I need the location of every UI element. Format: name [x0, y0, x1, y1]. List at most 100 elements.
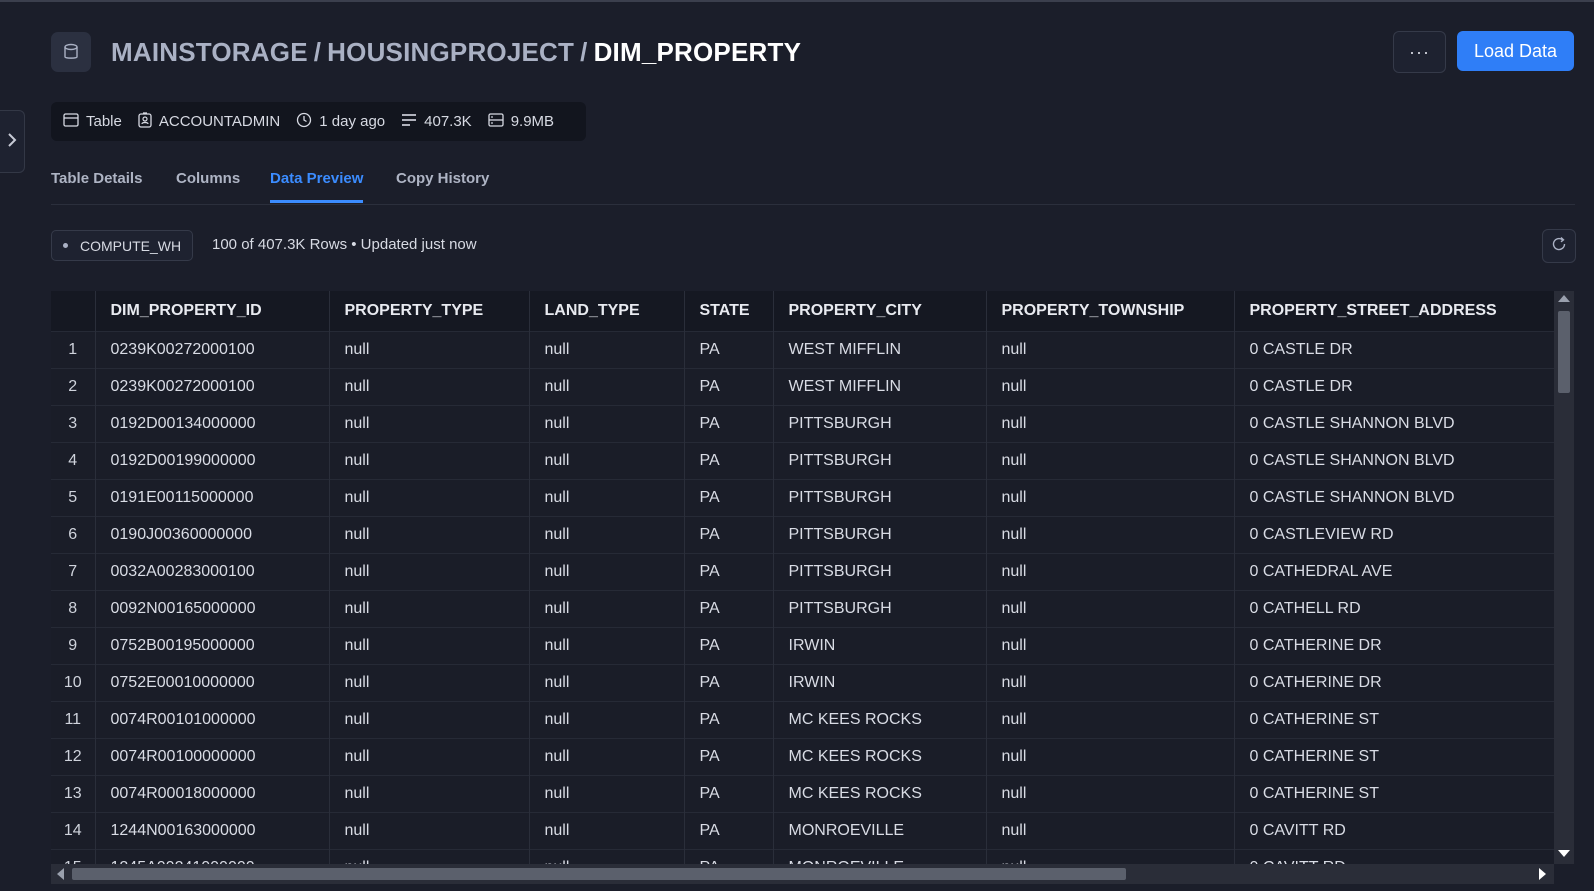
breadcrumb-database[interactable]: MAINSTORAGE: [111, 37, 308, 67]
table-cell[interactable]: PA: [683, 553, 773, 591]
load-data-button[interactable]: Load Data: [1457, 31, 1574, 71]
table-cell[interactable]: PA: [683, 775, 773, 813]
table-cell[interactable]: null: [528, 442, 684, 480]
table-cell[interactable]: PA: [683, 849, 773, 864]
table-cell[interactable]: null: [528, 701, 684, 739]
table-cell[interactable]: null: [328, 627, 529, 665]
table-cell[interactable]: PA: [683, 331, 773, 369]
table-cell[interactable]: MONROEVILLE: [772, 849, 986, 864]
table-row[interactable]: 12 0074R00100000000 null null PA MC KEES ROCK…: [51, 738, 1554, 776]
table-cell[interactable]: null: [985, 775, 1234, 813]
table-cell[interactable]: null: [985, 405, 1234, 443]
table-cell[interactable]: null: [528, 368, 684, 406]
table-cell[interactable]: 0074R00101000000: [94, 701, 329, 739]
table-cell[interactable]: 0 CAVITT RD: [1233, 812, 1554, 850]
table-cell[interactable]: null: [985, 701, 1234, 739]
table-cell[interactable]: null: [328, 849, 529, 864]
table-cell[interactable]: null: [328, 442, 529, 480]
tab-data-preview[interactable]: Data Preview: [270, 170, 364, 203]
breadcrumb-schema[interactable]: HOUSINGPROJECT: [327, 37, 574, 67]
vertical-scrollbar[interactable]: [1554, 291, 1574, 864]
table-cell[interactable]: 0 CATHEDRAL AVE: [1233, 553, 1554, 591]
sidebar-expand-button[interactable]: [0, 110, 25, 173]
table-cell[interactable]: null: [528, 516, 684, 554]
table-row[interactable]: 2 0239K00272000100 null null PA WEST MIFFLIN n…: [51, 368, 1554, 406]
scroll-right-arrow-icon[interactable]: [1539, 868, 1546, 880]
table-cell[interactable]: 1244N00163000000: [94, 812, 329, 850]
table-cell[interactable]: 0191E00115000000: [94, 479, 329, 517]
table-cell[interactable]: 0 CATHERINE DR: [1233, 627, 1554, 665]
table-cell[interactable]: 0092N00165000000: [94, 590, 329, 628]
table-cell[interactable]: PA: [683, 664, 773, 702]
table-row[interactable]: 9 0752B00195000000 null null PA IRWIN null 0 CA…: [51, 627, 1554, 665]
table-row[interactable]: 5 0191E00115000000 null null PA PITTSBURGH nul…: [51, 479, 1554, 517]
table-cell[interactable]: null: [985, 590, 1234, 628]
table-cell[interactable]: PA: [683, 627, 773, 665]
table-cell[interactable]: PITTSBURGH: [772, 590, 986, 628]
table-cell[interactable]: 1245A00241000000: [94, 849, 329, 864]
table-cell[interactable]: 0 CASTLE SHANNON BLVD: [1233, 405, 1554, 443]
table-cell[interactable]: 0192D00134000000: [94, 405, 329, 443]
table-cell[interactable]: 0192D00199000000: [94, 442, 329, 480]
table-cell[interactable]: null: [985, 553, 1234, 591]
table-cell[interactable]: PA: [683, 368, 773, 406]
table-cell[interactable]: null: [528, 738, 684, 776]
table-cell[interactable]: null: [328, 775, 529, 813]
column-header[interactable]: PROPERTY_TOWNSHIP: [985, 291, 1234, 332]
scroll-left-arrow-icon[interactable]: [57, 868, 64, 880]
table-cell[interactable]: 0190J00360000000: [94, 516, 329, 554]
table-cell[interactable]: PITTSBURGH: [772, 516, 986, 554]
table-cell[interactable]: PITTSBURGH: [772, 405, 986, 443]
table-row[interactable]: 6 0190J00360000000 null null PA PITTSBURGH nul…: [51, 516, 1554, 554]
table-cell[interactable]: 0 CATHERINE ST: [1233, 701, 1554, 739]
table-row[interactable]: 3 0192D00134000000 null null PA PITTSBURGH nul…: [51, 405, 1554, 443]
tab-columns[interactable]: Columns: [176, 170, 240, 200]
table-row[interactable]: 7 0032A00283000100 null null PA PITTSBURGH nul…: [51, 553, 1554, 591]
table-row[interactable]: 4 0192D00199000000 null null PA PITTSBURGH nul…: [51, 442, 1554, 480]
warehouse-selector[interactable]: COMPUTE_WH: [51, 230, 194, 261]
table-row[interactable]: 14 1244N00163000000 null null PA MONROEVILLE n…: [51, 812, 1554, 850]
table-cell[interactable]: null: [985, 479, 1234, 517]
table-cell[interactable]: null: [985, 368, 1234, 406]
table-cell[interactable]: null: [528, 664, 684, 702]
table-row[interactable]: 11 0074R00101000000 null null PA MC KEES ROCK…: [51, 701, 1554, 739]
table-cell[interactable]: MC KEES ROCKS: [772, 701, 986, 739]
table-cell[interactable]: null: [528, 775, 684, 813]
table-row[interactable]: 8 0092N00165000000 null null PA PITTSBURGH nul…: [51, 590, 1554, 628]
table-cell[interactable]: null: [328, 553, 529, 591]
table-cell[interactable]: 0074R00100000000: [94, 738, 329, 776]
tab-copy-history[interactable]: Copy History: [396, 170, 489, 200]
table-cell[interactable]: null: [985, 812, 1234, 850]
table-row[interactable]: 151245A00241000000nullnullPAMONROEVILLEn…: [51, 849, 1554, 864]
table-cell[interactable]: null: [328, 590, 529, 628]
table-cell[interactable]: null: [328, 331, 529, 369]
table-cell[interactable]: null: [985, 442, 1234, 480]
column-header[interactable]: STATE: [683, 291, 773, 332]
table-row[interactable]: 13 0074R00018000000 null null PA MC KEES ROCK…: [51, 775, 1554, 813]
table-cell[interactable]: null: [528, 627, 684, 665]
table-cell[interactable]: 0 CATHERINE DR: [1233, 664, 1554, 702]
table-cell[interactable]: 0074R00018000000: [94, 775, 329, 813]
table-cell[interactable]: WEST MIFFLIN: [772, 331, 986, 369]
table-cell[interactable]: PA: [683, 442, 773, 480]
more-options-button[interactable]: ···: [1393, 31, 1446, 73]
table-cell[interactable]: PA: [683, 738, 773, 776]
column-header[interactable]: PROPERTY_STREET_ADDRESS: [1233, 291, 1554, 332]
scroll-up-arrow-icon[interactable]: [1558, 295, 1570, 302]
table-cell[interactable]: null: [328, 738, 529, 776]
table-cell[interactable]: 0 CATHELL RD: [1233, 590, 1554, 628]
horizontal-scroll-thumb[interactable]: [72, 868, 1126, 880]
table-cell[interactable]: 0032A00283000100: [94, 553, 329, 591]
table-cell[interactable]: null: [528, 553, 684, 591]
refresh-button[interactable]: [1542, 229, 1576, 263]
table-cell[interactable]: null: [528, 479, 684, 517]
table-cell[interactable]: IRWIN: [772, 627, 986, 665]
table-cell[interactable]: PA: [683, 701, 773, 739]
column-header[interactable]: DIM_PROPERTY_ID: [94, 291, 329, 332]
table-cell[interactable]: PA: [683, 405, 773, 443]
table-cell[interactable]: 0 CASTLE SHANNON BLVD: [1233, 442, 1554, 480]
table-cell[interactable]: null: [528, 590, 684, 628]
column-header[interactable]: LAND_TYPE: [528, 291, 684, 332]
column-header[interactable]: PROPERTY_CITY: [772, 291, 986, 332]
table-cell[interactable]: null: [528, 849, 684, 864]
